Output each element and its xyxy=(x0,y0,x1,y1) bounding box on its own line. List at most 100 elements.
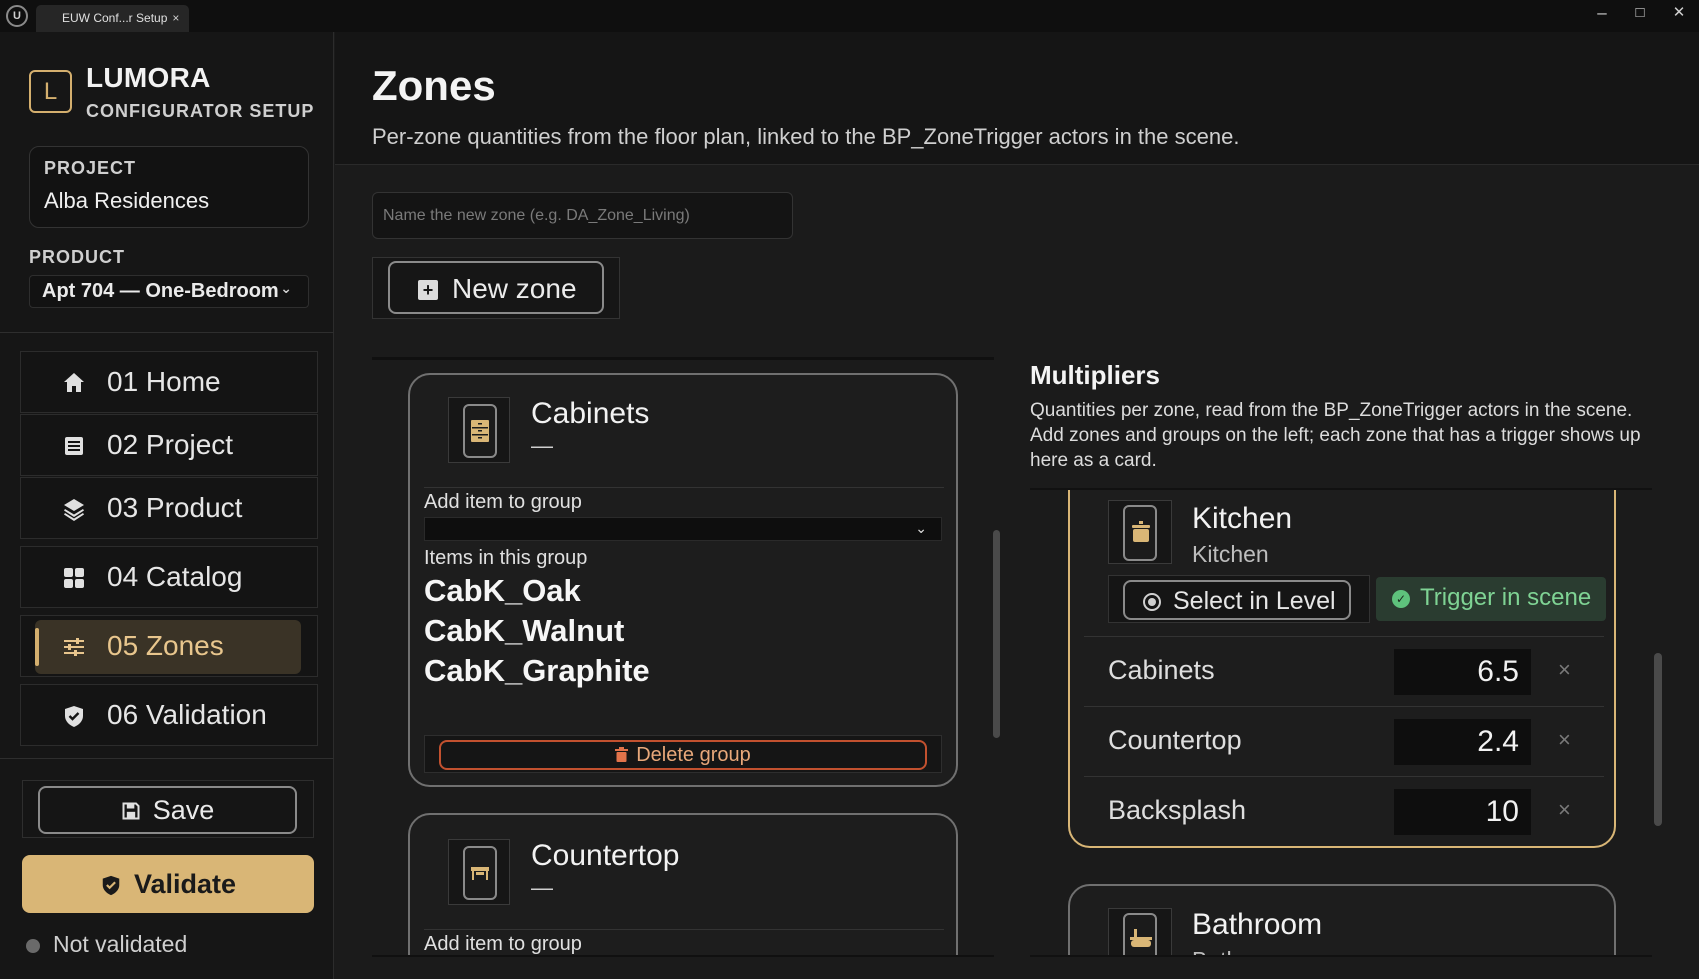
zone-cards-list[interactable]: Kitchen Kitchen Select in Level ✓ Trigger… xyxy=(1030,490,1670,955)
zone-name: Bathroom xyxy=(1192,908,1323,941)
delete-group-button[interactable]: Delete group xyxy=(439,740,927,770)
nav-label: 06 Validation xyxy=(107,699,267,730)
grid-icon xyxy=(64,568,84,588)
add-item-label: Add item to group xyxy=(424,933,582,955)
page-title: Zones xyxy=(372,62,496,109)
multiplier-input[interactable] xyxy=(1394,789,1531,835)
brand-logo-icon: L xyxy=(29,70,72,113)
check-circle-icon: ✓ xyxy=(1392,590,1410,608)
trash-icon xyxy=(615,747,629,762)
add-item-label: Add item to group xyxy=(424,491,582,513)
zone-card-kitchen: Kitchen Kitchen Select in Level ✓ Trigger… xyxy=(1068,490,1616,848)
group-item: CabK_Graphite xyxy=(424,653,650,688)
plus-square-icon: + xyxy=(418,280,438,300)
new-zone-button[interactable]: + New zone xyxy=(388,261,604,314)
status-dot-icon xyxy=(26,939,40,953)
validate-button[interactable]: Validate xyxy=(22,855,314,913)
chevron-down-icon: ⌄ xyxy=(280,280,292,296)
new-zone-button-label: New zone xyxy=(452,273,577,304)
nav-item-home[interactable]: 01 Home xyxy=(20,351,318,413)
save-button[interactable]: Save xyxy=(38,786,297,834)
nav-item-zones[interactable]: 05 Zones xyxy=(20,615,318,677)
list-icon xyxy=(65,437,83,455)
validation-status: Not validated xyxy=(53,931,188,957)
multiplier-label: Cabinets xyxy=(1108,655,1215,685)
multipliers-scrollbar[interactable] xyxy=(1654,653,1662,826)
countertop-icon xyxy=(471,867,489,880)
groups-list-bottom-border xyxy=(372,955,994,957)
multiplier-label: Backsplash xyxy=(1108,795,1247,825)
close-window-button[interactable]: ✕ xyxy=(1667,2,1691,26)
page-subtitle: Per-zone quantities from the floor plan,… xyxy=(372,124,1240,149)
groups-list[interactable]: Cabinets — Add item to group ⌄ Items in … xyxy=(372,360,994,955)
nav-label: 02 Project xyxy=(107,429,234,460)
nav-label: 03 Product xyxy=(107,492,243,523)
maximize-button[interactable]: □ xyxy=(1628,2,1652,26)
product-label: PRODUCT xyxy=(29,247,125,267)
layers-icon xyxy=(64,499,84,521)
zone-subtitle: Bathroom xyxy=(1192,947,1292,955)
title-bar xyxy=(0,0,1699,32)
group-divider xyxy=(424,487,944,488)
multiplier-input[interactable] xyxy=(1394,719,1531,765)
groups-scrollbar[interactable] xyxy=(993,530,1000,738)
product-dropdown[interactable]: Apt 704 — One-Bedroom ⌄ xyxy=(29,275,309,308)
new-zone-name-input[interactable] xyxy=(372,192,793,239)
project-name: Alba Residences xyxy=(44,188,210,213)
group-subtitle: — xyxy=(531,433,553,458)
home-icon xyxy=(64,373,84,392)
group-card-countertop: Countertop — Add item to group ⌄ xyxy=(408,813,958,955)
multiplier-row-cabinets: Cabinets × xyxy=(1084,636,1604,706)
tab-close-icon[interactable]: × xyxy=(172,11,179,25)
zone-card-bathroom: Bathroom Bathroom xyxy=(1068,884,1616,955)
trigger-status-label: Trigger in scene xyxy=(1420,584,1592,611)
add-item-dropdown[interactable]: ⌄ xyxy=(424,517,942,541)
cabinet-icon xyxy=(471,420,489,442)
project-label: PROJECT xyxy=(44,158,137,178)
device-frame xyxy=(463,404,497,458)
nav-item-validation[interactable]: 06 Validation xyxy=(20,684,318,746)
product-dropdown-value: Apt 704 — One-Bedroom xyxy=(42,280,279,302)
cabinet-thumbnail xyxy=(448,397,510,463)
floppy-disk-icon xyxy=(122,802,140,820)
sidebar-divider xyxy=(0,758,334,759)
nav-item-catalog[interactable]: 04 Catalog xyxy=(20,546,318,608)
shield-check-icon xyxy=(65,706,83,727)
multipliers-bottom-border xyxy=(1030,955,1652,957)
delete-group-container: Delete group xyxy=(424,735,942,773)
nav-label: 04 Catalog xyxy=(107,561,243,592)
bathroom-thumbnail xyxy=(1108,908,1172,955)
multiplier-input[interactable] xyxy=(1394,649,1531,695)
active-indicator xyxy=(35,628,39,666)
items-label: Items in this group xyxy=(424,547,588,569)
delete-group-label: Delete group xyxy=(636,744,751,766)
brand-name: LUMORA xyxy=(86,62,211,93)
save-button-label: Save xyxy=(152,795,215,825)
document-tab[interactable]: EUW Conf...r Setup × xyxy=(36,5,189,32)
nav-item-project[interactable]: 02 Project xyxy=(20,414,318,476)
device-frame xyxy=(1123,913,1157,955)
multiply-icon: × xyxy=(1558,727,1571,752)
select-in-level-container: Select in Level xyxy=(1108,575,1370,623)
trigger-status-badge: ✓ Trigger in scene xyxy=(1376,577,1606,621)
group-item: CabK_Oak xyxy=(424,573,581,608)
select-in-level-button[interactable]: Select in Level xyxy=(1123,580,1351,620)
group-divider xyxy=(424,929,944,930)
multipliers-title: Multipliers xyxy=(1030,360,1161,390)
validate-button-label: Validate xyxy=(133,869,237,899)
group-subtitle: — xyxy=(531,875,553,900)
select-in-level-label: Select in Level xyxy=(1173,587,1336,615)
multiply-icon: × xyxy=(1558,657,1571,682)
group-title: Cabinets xyxy=(531,397,650,430)
sidebar-divider xyxy=(0,332,334,333)
chevron-down-icon: ⌄ xyxy=(915,520,927,536)
sliders-icon xyxy=(64,638,84,656)
multipliers-description: Quantities per zone, read from the BP_Zo… xyxy=(1030,400,1641,471)
nav-item-product[interactable]: 03 Product xyxy=(20,477,318,539)
multiply-icon: × xyxy=(1558,797,1571,822)
unreal-logo-icon: U xyxy=(6,5,28,27)
countertop-thumbnail xyxy=(448,839,510,905)
device-frame xyxy=(1123,505,1157,561)
group-item: CabK_Walnut xyxy=(424,613,625,648)
minimize-button[interactable]: – xyxy=(1590,2,1614,26)
